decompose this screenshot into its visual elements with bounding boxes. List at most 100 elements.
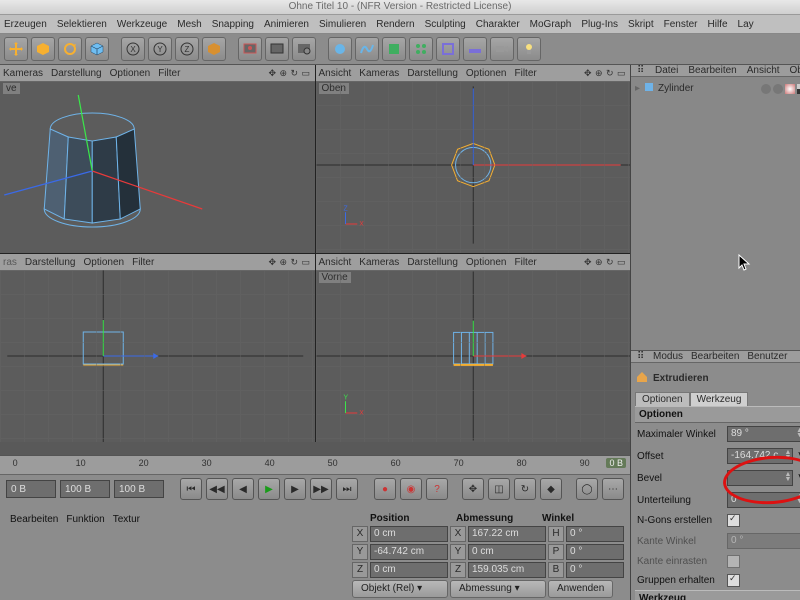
key-scale-icon[interactable]: ◫ bbox=[488, 478, 510, 500]
time-ruler[interactable]: 0 10 20 30 40 50 60 70 80 90 0 B bbox=[0, 456, 630, 475]
tab-werkzeug[interactable]: Werkzeug bbox=[690, 392, 749, 406]
add-sphere-icon[interactable] bbox=[328, 37, 352, 61]
move-icon[interactable] bbox=[4, 37, 28, 61]
max-winkel-field[interactable]: 89 °▲▼ bbox=[727, 426, 800, 442]
om-objekte[interactable]: Obj bbox=[790, 65, 800, 76]
key-opt-icon[interactable]: ⋯ bbox=[602, 478, 624, 500]
apply-button[interactable]: Anwenden bbox=[548, 580, 613, 598]
rot-p-field[interactable]: 0 ° bbox=[566, 544, 624, 560]
menu-plugins[interactable]: Plug-Ins bbox=[581, 19, 618, 30]
key-param-icon[interactable]: ◆ bbox=[540, 478, 562, 500]
tab-textur[interactable]: Textur bbox=[113, 514, 140, 599]
add-camera-icon[interactable] bbox=[490, 37, 514, 61]
add-deformer-icon[interactable] bbox=[436, 37, 460, 61]
menu-selektieren[interactable]: Selektieren bbox=[57, 19, 107, 30]
rotate-icon[interactable] bbox=[58, 37, 82, 61]
am-bearbeiten[interactable]: Bearbeiten bbox=[691, 351, 739, 362]
menu-animieren[interactable]: Animieren bbox=[264, 19, 309, 30]
om-bearbeiten[interactable]: Bearbeiten bbox=[688, 65, 736, 76]
menu-simulieren[interactable]: Simulieren bbox=[319, 19, 366, 30]
add-environment-icon[interactable] bbox=[463, 37, 487, 61]
viewport-front[interactable]: Ansicht Kameras Darstellung Optionen Fil… bbox=[316, 254, 631, 442]
viewport-top[interactable]: Ansicht Kameras Darstellung Optionen Fil… bbox=[316, 65, 631, 253]
ngons-checkbox[interactable] bbox=[727, 514, 740, 527]
step-back-icon[interactable]: ◀◀ bbox=[206, 478, 228, 500]
render-settings-icon[interactable] bbox=[292, 37, 316, 61]
menu-mograph[interactable]: MoGraph bbox=[530, 19, 572, 30]
vp-menu-kameras[interactable]: Kameras bbox=[3, 68, 43, 79]
vp-zoom-icon[interactable]: ⊕ bbox=[280, 68, 290, 78]
size-y-field[interactable]: 0 cm bbox=[468, 544, 546, 560]
tab-bearbeiten[interactable]: Bearbeiten bbox=[10, 514, 58, 599]
frame-end-field[interactable]: 100 B bbox=[60, 480, 110, 498]
next-frame-icon[interactable]: ▶ bbox=[284, 478, 306, 500]
menu-skript[interactable]: Skript bbox=[628, 19, 654, 30]
gruppen-checkbox[interactable] bbox=[727, 574, 740, 587]
bevel-field[interactable]: ▲▼ bbox=[727, 470, 793, 486]
render-dot[interactable] bbox=[773, 84, 783, 94]
menu-sculpting[interactable]: Sculpting bbox=[425, 19, 466, 30]
menu-snapping[interactable]: Snapping bbox=[212, 19, 254, 30]
menu-charakter[interactable]: Charakter bbox=[476, 19, 520, 30]
vp-menu-optionen[interactable]: Optionen bbox=[110, 68, 151, 79]
key-rot-icon[interactable]: ↻ bbox=[514, 478, 536, 500]
coord-mode-dropdown[interactable]: Objekt (Rel) ▾ bbox=[352, 580, 448, 598]
menu-hilfe[interactable]: Hilfe bbox=[708, 19, 728, 30]
key-pla-icon[interactable]: ◯ bbox=[576, 478, 598, 500]
key-pos-icon[interactable]: ✥ bbox=[462, 478, 484, 500]
add-array-icon[interactable] bbox=[409, 37, 433, 61]
play-icon[interactable]: ▶ bbox=[258, 478, 280, 500]
vp-menu-darstellung[interactable]: Darstellung bbox=[51, 68, 102, 79]
vp-rotate-icon[interactable]: ↻ bbox=[291, 68, 301, 78]
object-tree[interactable]: ▸ Zylinder bbox=[631, 77, 800, 350]
world-icon[interactable] bbox=[202, 37, 226, 61]
viewport-right[interactable]: ras Darstellung Optionen Filter ✥⊕↻▭ bbox=[0, 254, 316, 442]
menu-layout[interactable]: Lay bbox=[738, 19, 754, 30]
size-x-field[interactable]: 167.22 cm bbox=[468, 526, 546, 542]
vp-nav-icon[interactable]: ✥ bbox=[269, 68, 279, 78]
tab-funktion[interactable]: Funktion bbox=[66, 514, 104, 599]
offset-field[interactable]: -164.742 c▲▼ bbox=[727, 448, 793, 464]
rot-h-field[interactable]: 0 ° bbox=[566, 526, 624, 542]
z-axis-icon[interactable]: Z bbox=[175, 37, 199, 61]
pos-z-field[interactable]: 0 cm bbox=[370, 562, 448, 578]
render-region-icon[interactable] bbox=[265, 37, 289, 61]
om-ansicht[interactable]: Ansicht bbox=[747, 65, 780, 76]
menu-werkzeuge[interactable]: Werkzeuge bbox=[117, 19, 167, 30]
render-icon[interactable] bbox=[238, 37, 262, 61]
am-modus[interactable]: Modus bbox=[653, 351, 683, 362]
add-spline-icon[interactable] bbox=[355, 37, 379, 61]
expand-icon[interactable]: ▸ bbox=[635, 83, 640, 94]
autokey-icon[interactable]: ◉ bbox=[400, 478, 422, 500]
menu-erzeugen[interactable]: Erzeugen bbox=[4, 19, 47, 30]
goto-start-icon[interactable]: ⏮ bbox=[180, 478, 202, 500]
y-axis-icon[interactable]: Y bbox=[148, 37, 172, 61]
unterteilung-field[interactable]: 0▲▼ bbox=[727, 492, 800, 508]
cube-icon[interactable] bbox=[31, 37, 55, 61]
time-marker[interactable]: 0 B bbox=[606, 458, 626, 468]
prev-frame-icon[interactable]: ◀ bbox=[232, 478, 254, 500]
tree-item-label[interactable]: Zylinder bbox=[658, 83, 694, 94]
step-fwd-icon[interactable]: ▶▶ bbox=[310, 478, 332, 500]
frame-current-field[interactable]: 100 B bbox=[114, 480, 164, 498]
viewport-perspective[interactable]: Kameras Darstellung Optionen Filter ✥⊕↻▭… bbox=[0, 65, 316, 253]
menu-rendern[interactable]: Rendern bbox=[376, 19, 414, 30]
add-nurbs-icon[interactable] bbox=[382, 37, 406, 61]
coord-size-dropdown[interactable]: Abmessung ▾ bbox=[450, 580, 546, 598]
primitive-cube-icon[interactable] bbox=[85, 37, 109, 61]
size-z-field[interactable]: 159.035 cm bbox=[468, 562, 546, 578]
frame-start-field[interactable]: 0 B bbox=[6, 480, 56, 498]
keyframe-icon[interactable]: ? bbox=[426, 478, 448, 500]
menu-fenster[interactable]: Fenster bbox=[664, 19, 698, 30]
rot-b-field[interactable]: 0 ° bbox=[566, 562, 624, 578]
x-axis-icon[interactable]: X bbox=[121, 37, 145, 61]
add-light-icon[interactable] bbox=[517, 37, 541, 61]
vp-menu-filter[interactable]: Filter bbox=[158, 68, 180, 79]
am-benutzer[interactable]: Benutzer bbox=[747, 351, 787, 362]
vp-max-icon[interactable]: ▭ bbox=[302, 68, 312, 78]
pos-y-field[interactable]: -64.742 cm bbox=[370, 544, 448, 560]
goto-end-icon[interactable]: ⏭ bbox=[336, 478, 358, 500]
menu-mesh[interactable]: Mesh bbox=[177, 19, 201, 30]
om-datei[interactable]: Datei bbox=[655, 65, 678, 76]
tab-optionen[interactable]: Optionen bbox=[635, 392, 690, 406]
